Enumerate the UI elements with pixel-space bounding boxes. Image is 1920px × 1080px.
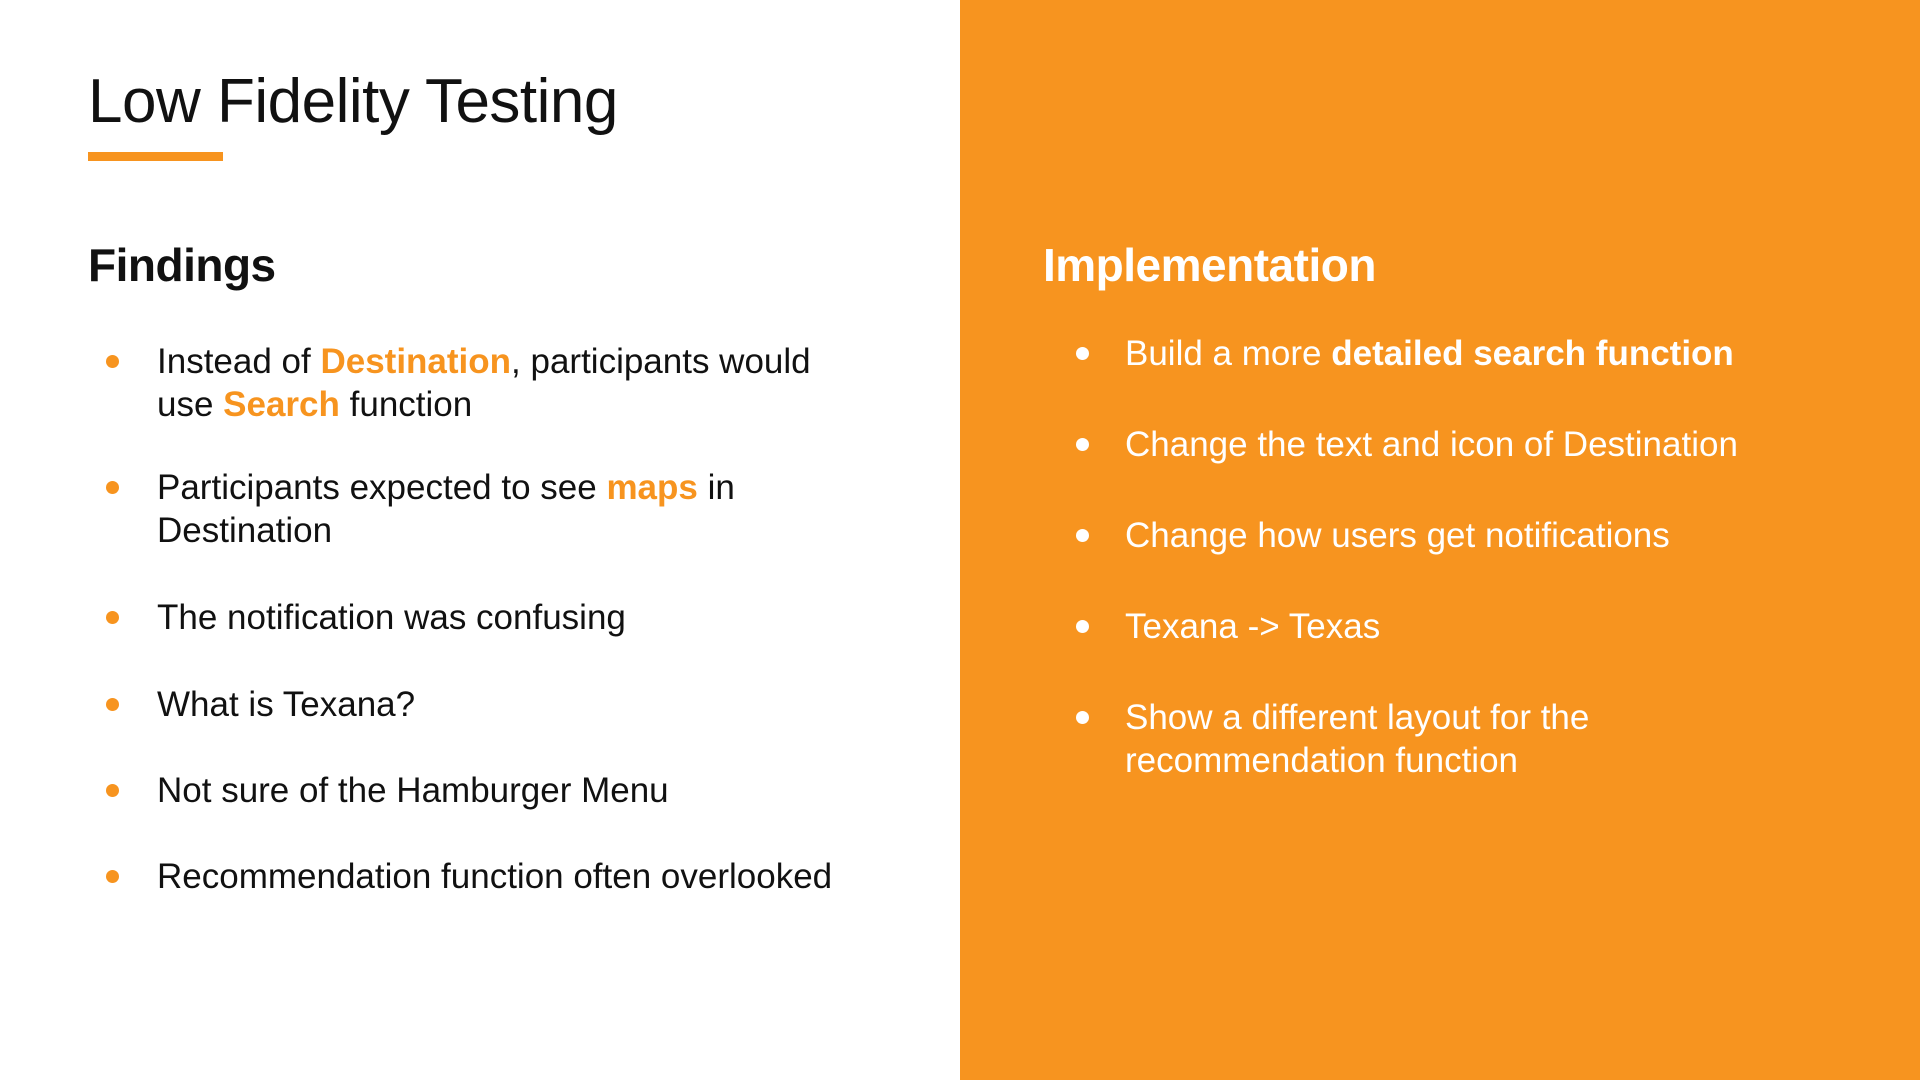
text: Instead of [157, 342, 321, 381]
highlight-destination: Destination [320, 342, 512, 381]
implementation-item: Build a more detailed search function [1125, 332, 1865, 375]
bullet-icon [1076, 438, 1089, 451]
implementation-heading: Implementation [1043, 239, 1376, 291]
bullet-icon [106, 481, 119, 494]
text: Build a more [1125, 334, 1332, 373]
bullet-icon [106, 784, 119, 797]
bold-text: detailed search function [1331, 334, 1734, 373]
findings-heading: Findings [88, 239, 276, 291]
bullet-icon [1076, 711, 1089, 724]
text: Participants expected to see [157, 468, 607, 507]
bullet-icon [1076, 347, 1089, 360]
finding-item: Instead of Destination, participants wou… [157, 340, 857, 426]
finding-item: Participants expected to see maps in Des… [157, 466, 777, 552]
finding-item: What is Texana? [157, 685, 416, 724]
finding-item: Recommendation function often overlooked [157, 857, 833, 896]
slide-title: Low Fidelity Testing [88, 67, 618, 136]
text: function [339, 385, 473, 424]
highlight-maps: maps [606, 468, 698, 507]
implementation-item: Change how users get notifications [1125, 516, 1670, 555]
implementation-item: Change the text and icon of Destination [1125, 425, 1738, 464]
bullet-icon [1076, 529, 1089, 542]
title-underline [88, 152, 223, 161]
bullet-icon [106, 611, 119, 624]
implementation-item: Texana -> Texas [1125, 607, 1381, 646]
bullet-icon [106, 870, 119, 883]
bullet-icon [106, 698, 119, 711]
highlight-search: Search [223, 385, 340, 424]
finding-item: Not sure of the Hamburger Menu [157, 771, 669, 810]
implementation-item: Show a different layout for the recommen… [1125, 698, 1590, 780]
bullet-icon [1076, 620, 1089, 633]
bullet-icon [106, 355, 119, 368]
finding-item: The notification was confusing [157, 598, 626, 637]
